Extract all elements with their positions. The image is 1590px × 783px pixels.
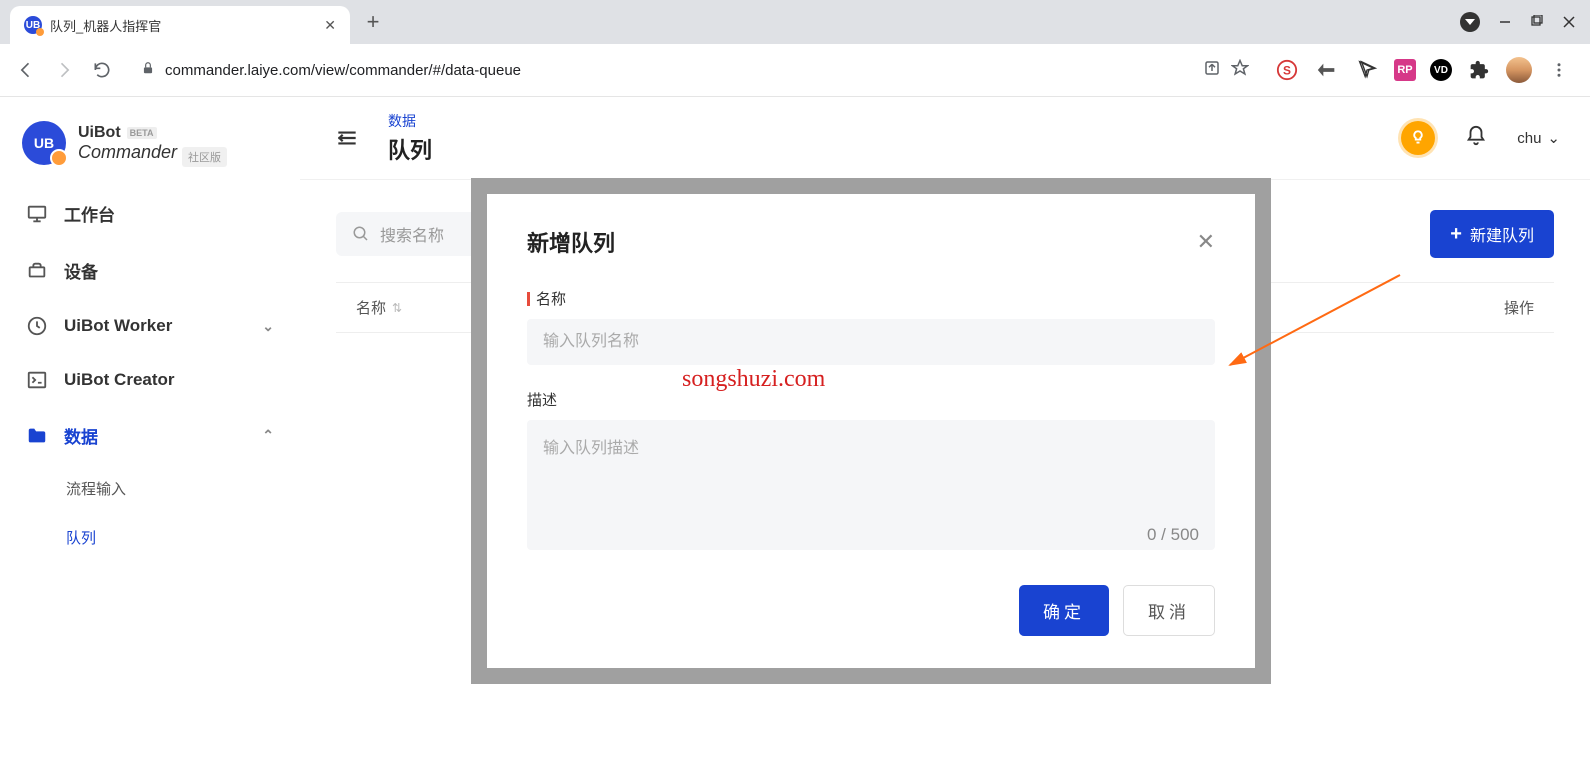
clock-icon <box>26 315 48 337</box>
chevron-up-icon: ⌃ <box>262 427 274 444</box>
char-count: 0 / 500 <box>527 525 1215 545</box>
minimize-button[interactable] <box>1498 15 1512 29</box>
extensions-puzzle-icon[interactable] <box>1466 57 1492 83</box>
share-icon[interactable] <box>1203 59 1221 81</box>
search-icon <box>352 225 370 243</box>
bookmark-icon[interactable] <box>1231 59 1249 81</box>
topbar: 数据 队列 chu ⌄ <box>300 97 1590 180</box>
browser-chrome: UB 队列_机器人指挥官 ✕ + commander.laiye.com/vie… <box>0 0 1590 97</box>
confirm-button[interactable]: 确定 <box>1019 585 1109 636</box>
column-name[interactable]: 名称 ⇅ <box>356 297 402 318</box>
extension-icons: S RP VD <box>1274 57 1578 83</box>
sidebar: UB UiBot BETA Commander 社区版 工作台 设备 UiBot … <box>0 97 300 783</box>
required-indicator-icon <box>527 292 530 306</box>
logo[interactable]: UB UiBot BETA Commander <box>12 115 288 185</box>
logo-brand: UiBot <box>78 124 121 142</box>
sort-icon: ⇅ <box>392 301 402 315</box>
new-queue-label: 新建队列 <box>1470 222 1534 246</box>
user-name: chu <box>1517 130 1541 147</box>
chevron-down-icon: ⌄ <box>1547 129 1560 147</box>
label-name: 名称 <box>527 288 1215 309</box>
modal-new-queue: 新增队列 ✕ 名称 描述 0 / 500 确定 取消 <box>471 178 1271 684</box>
maximize-button[interactable] <box>1530 15 1544 29</box>
terminal-icon <box>26 369 48 391</box>
sidebar-item-label: 数据 <box>64 423 98 448</box>
breadcrumb-parent[interactable]: 数据 <box>388 111 432 131</box>
sidebar-item-worker[interactable]: UiBot Worker ⌄ <box>12 299 288 353</box>
watermark-text: songshuzi.com <box>682 366 825 393</box>
tab-favicon-icon: UB <box>24 16 42 34</box>
svg-text:S: S <box>1283 64 1291 78</box>
kebab-menu-icon[interactable] <box>1546 57 1572 83</box>
close-window-button[interactable] <box>1562 15 1576 29</box>
logo-badge-icon: UB <box>22 121 66 165</box>
sidebar-item-data[interactable]: 数据 ⌃ <box>12 407 288 464</box>
sidebar-item-label: UiBot Worker <box>64 316 172 336</box>
plus-icon: + <box>1450 223 1462 246</box>
sidebar-item-creator[interactable]: UiBot Creator <box>12 353 288 407</box>
user-menu[interactable]: chu ⌄ <box>1517 129 1560 147</box>
address-row: commander.laiye.com/view/commander/#/dat… <box>0 44 1590 96</box>
forward-button[interactable] <box>50 56 78 84</box>
sidebar-sub-flow-input[interactable]: 流程输入 <box>12 464 288 513</box>
cursor-icon[interactable] <box>1354 57 1380 83</box>
beta-badge: BETA <box>127 127 157 139</box>
window-controls <box>1460 12 1590 32</box>
sidebar-item-workspace[interactable]: 工作台 <box>12 185 288 242</box>
profile-avatar-icon[interactable] <box>1506 57 1532 83</box>
new-queue-button[interactable]: + 新建队列 <box>1430 210 1554 258</box>
page-title: 队列 <box>388 133 432 165</box>
help-button[interactable] <box>1401 121 1435 155</box>
collapse-sidebar-button[interactable] <box>330 121 364 155</box>
tab-title: 队列_机器人指挥官 <box>50 16 316 35</box>
queue-name-input[interactable] <box>527 319 1215 365</box>
cancel-button[interactable]: 取消 <box>1123 585 1215 636</box>
sidebar-sub-queue[interactable]: 队列 <box>12 513 288 562</box>
extension-rp-icon[interactable]: RP <box>1394 59 1416 81</box>
annotation-arrow-icon <box>1220 270 1420 390</box>
sidebar-item-label: 工作台 <box>64 201 115 226</box>
sidebar-item-label: UiBot Creator <box>64 370 175 390</box>
chevron-down-icon: ⌄ <box>262 318 274 335</box>
sidebar-item-device[interactable]: 设备 <box>12 242 288 299</box>
breadcrumb: 数据 队列 <box>388 111 432 165</box>
reply-arrow-icon[interactable] <box>1314 57 1340 83</box>
reload-button[interactable] <box>88 56 116 84</box>
modal-title: 新增队列 <box>527 226 615 258</box>
search-placeholder: 搜索名称 <box>380 222 444 246</box>
column-operation: 操作 <box>1504 297 1534 318</box>
label-description: 描述 <box>527 389 1215 410</box>
account-dropdown-icon[interactable] <box>1460 12 1480 32</box>
url-text: commander.laiye.com/view/commander/#/dat… <box>165 62 1193 79</box>
lock-icon <box>141 61 155 79</box>
new-tab-button[interactable]: + <box>358 7 388 37</box>
monitor-icon <box>26 203 48 225</box>
browser-tab[interactable]: UB 队列_机器人指挥官 ✕ <box>10 6 350 44</box>
folder-icon <box>26 425 48 447</box>
extension-vd-icon[interactable]: VD <box>1430 59 1452 81</box>
tab-close-icon[interactable]: ✕ <box>324 17 336 34</box>
modal-close-button[interactable]: ✕ <box>1197 229 1215 255</box>
address-bar[interactable]: commander.laiye.com/view/commander/#/dat… <box>126 53 1264 87</box>
edition-badge: 社区版 <box>182 147 227 167</box>
sidebar-item-label: 设备 <box>64 258 98 283</box>
device-icon <box>26 260 48 282</box>
notifications-button[interactable] <box>1465 125 1487 152</box>
browser-tabs-row: UB 队列_机器人指挥官 ✕ + <box>0 0 1590 44</box>
back-button[interactable] <box>12 56 40 84</box>
logo-product: Commander <box>78 142 177 163</box>
extension-s-icon[interactable]: S <box>1274 57 1300 83</box>
